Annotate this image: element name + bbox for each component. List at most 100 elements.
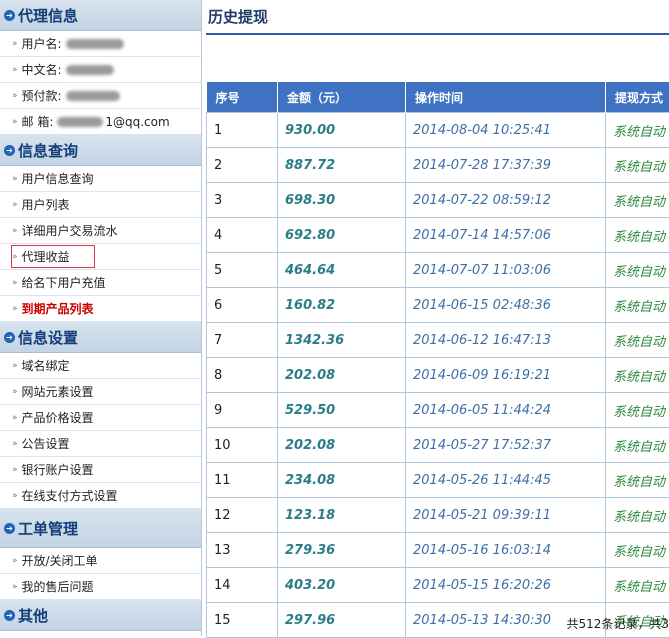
table-row: 71342.362014-06-12 16:47:13系统自动 xyxy=(207,323,669,358)
cell-time: 2014-05-26 11:44:45 xyxy=(406,463,606,498)
cell-time: 2014-05-21 09:39:11 xyxy=(406,498,606,533)
redacted-value xyxy=(66,91,120,101)
section-title: 工单管理 xyxy=(18,518,78,539)
cell-mode: 系统自动 xyxy=(606,393,669,428)
cell-time: 2014-08-04 10:25:41 xyxy=(406,113,606,148)
withdrawal-history-table: 序号 金额（元） 操作时间 提现方式 1930.002014-08-04 10:… xyxy=(206,82,669,638)
cell-amount: 160.82 xyxy=(278,288,406,323)
info-email: » 邮 箱: 1@qq.com xyxy=(0,109,201,135)
cell-amount: 1342.36 xyxy=(278,323,406,358)
menu-user-list[interactable]: » 用户列表 xyxy=(0,192,201,218)
cell-no: 2 xyxy=(207,148,278,183)
menu-open-close-tickets[interactable]: » 开放/关闭工单 xyxy=(0,548,201,574)
cell-amount: 529.50 xyxy=(278,393,406,428)
menu-recharge-users[interactable]: » 给名下用户充值 xyxy=(0,270,201,296)
arrow-circle-icon: ➔ xyxy=(4,145,15,156)
column-header-time: 操作时间 xyxy=(406,82,606,113)
double-chevron-icon: » xyxy=(12,200,18,210)
menu-my-after-sales[interactable]: » 我的售后问题 xyxy=(0,574,201,600)
section-header-other: ➔ 其他 xyxy=(0,600,201,631)
section-title: 代理信息 xyxy=(18,5,78,26)
menu-bank-account[interactable]: » 银行账户设置 xyxy=(0,457,201,483)
menu-agent-earnings[interactable]: » 代理收益 xyxy=(0,244,201,270)
cell-no: 3 xyxy=(207,183,278,218)
cell-time: 2014-05-16 16:03:14 xyxy=(406,533,606,568)
menu-label[interactable]: 银行账户设置 xyxy=(22,461,94,478)
table-row: 11234.082014-05-26 11:44:45系统自动 xyxy=(207,463,669,498)
cell-time: 2014-07-14 14:57:06 xyxy=(406,218,606,253)
cell-time: 2014-07-07 11:03:06 xyxy=(406,253,606,288)
menu-expired-products[interactable]: » 到期产品列表 xyxy=(0,296,201,322)
cell-amount: 887.72 xyxy=(278,148,406,183)
cell-mode: 系统自动 xyxy=(606,568,669,603)
double-chevron-icon: » xyxy=(12,465,18,475)
table-row: 5464.642014-07-07 11:03:06系统自动 xyxy=(207,253,669,288)
cell-time: 2014-06-05 11:44:24 xyxy=(406,393,606,428)
email-label: 邮 箱: xyxy=(22,113,54,130)
table-row: 2887.722014-07-28 17:37:39系统自动 xyxy=(207,148,669,183)
cell-amount: 279.36 xyxy=(278,533,406,568)
menu-label[interactable]: 用户信息查询 xyxy=(22,170,94,187)
cell-no: 11 xyxy=(207,463,278,498)
cell-amount: 202.08 xyxy=(278,428,406,463)
cell-mode: 系统自动 xyxy=(606,533,669,568)
menu-label[interactable]: 在线支付方式设置 xyxy=(22,487,118,504)
double-chevron-icon: » xyxy=(12,39,18,49)
cell-time: 2014-07-28 17:37:39 xyxy=(406,148,606,183)
cell-no: 9 xyxy=(207,393,278,428)
menu-announcements[interactable]: » 公告设置 xyxy=(0,431,201,457)
selection-highlight xyxy=(11,245,95,268)
cell-time: 2014-06-09 16:19:21 xyxy=(406,358,606,393)
menu-label[interactable]: 我的售后问题 xyxy=(22,578,94,595)
cell-amount: 403.20 xyxy=(278,568,406,603)
page-title: 历史提现 xyxy=(206,6,268,27)
arrow-circle-icon: ➔ xyxy=(4,332,15,343)
table-body: 1930.002014-08-04 10:25:41系统自动2887.72201… xyxy=(207,113,669,638)
menu-label[interactable]: 域名绑定 xyxy=(22,357,70,374)
menu-domain-binding[interactable]: » 域名绑定 xyxy=(0,353,201,379)
menu-label[interactable]: 开放/关闭工单 xyxy=(22,552,98,569)
menu-product-pricing[interactable]: » 产品价格设置 xyxy=(0,405,201,431)
column-header-no: 序号 xyxy=(207,82,278,113)
menu-label[interactable]: 产品价格设置 xyxy=(22,409,94,426)
cell-mode: 系统自动 xyxy=(606,148,669,183)
menu-label[interactable]: 详细用户交易流水 xyxy=(22,222,118,239)
double-chevron-icon: » xyxy=(12,387,18,397)
pagination-info: 共512条记录，共3 xyxy=(566,615,669,632)
double-chevron-icon: » xyxy=(12,226,18,236)
username-label: 用户名: xyxy=(22,35,62,52)
table-row: 13279.362014-05-16 16:03:14系统自动 xyxy=(207,533,669,568)
menu-user-info-query[interactable]: » 用户信息查询 xyxy=(0,166,201,192)
section-header-tickets: ➔ 工单管理 xyxy=(0,509,201,548)
section-header-agent-info: ➔ 代理信息 xyxy=(0,0,201,31)
table-row: 6160.822014-06-15 02:48:36系统自动 xyxy=(207,288,669,323)
cell-mode: 系统自动 xyxy=(606,253,669,288)
column-header-amount: 金额（元） xyxy=(278,82,406,113)
section-header-settings: ➔ 信息设置 xyxy=(0,322,201,353)
menu-site-elements[interactable]: » 网站元素设置 xyxy=(0,379,201,405)
table-row: 3698.302014-07-22 08:59:12系统自动 xyxy=(207,183,669,218)
menu-label[interactable]: 给名下用户充值 xyxy=(22,274,106,291)
double-chevron-icon: » xyxy=(12,556,18,566)
menu-label[interactable]: 公告设置 xyxy=(22,435,70,452)
double-chevron-icon: » xyxy=(12,361,18,371)
arrow-circle-icon: ➔ xyxy=(4,523,15,534)
menu-label[interactable]: 用户列表 xyxy=(22,196,70,213)
cell-mode: 系统自动 xyxy=(606,288,669,323)
cell-amount: 297.96 xyxy=(278,603,406,638)
cell-no: 15 xyxy=(207,603,278,638)
menu-label[interactable]: 网站元素设置 xyxy=(22,383,94,400)
cell-mode: 系统自动 xyxy=(606,183,669,218)
double-chevron-icon: » xyxy=(12,278,18,288)
cell-no: 10 xyxy=(207,428,278,463)
section-title: 其他 xyxy=(18,605,48,626)
cell-mode: 系统自动 xyxy=(606,218,669,253)
cell-mode: 系统自动 xyxy=(606,323,669,358)
menu-transaction-flow[interactable]: » 详细用户交易流水 xyxy=(0,218,201,244)
table-row: 8202.082014-06-09 16:19:21系统自动 xyxy=(207,358,669,393)
menu-online-payment[interactable]: » 在线支付方式设置 xyxy=(0,483,201,509)
double-chevron-icon: » xyxy=(12,304,18,314)
menu-label[interactable]: 到期产品列表 xyxy=(22,300,94,317)
cell-time: 2014-05-15 16:20:26 xyxy=(406,568,606,603)
cell-mode: 系统自动 xyxy=(606,463,669,498)
